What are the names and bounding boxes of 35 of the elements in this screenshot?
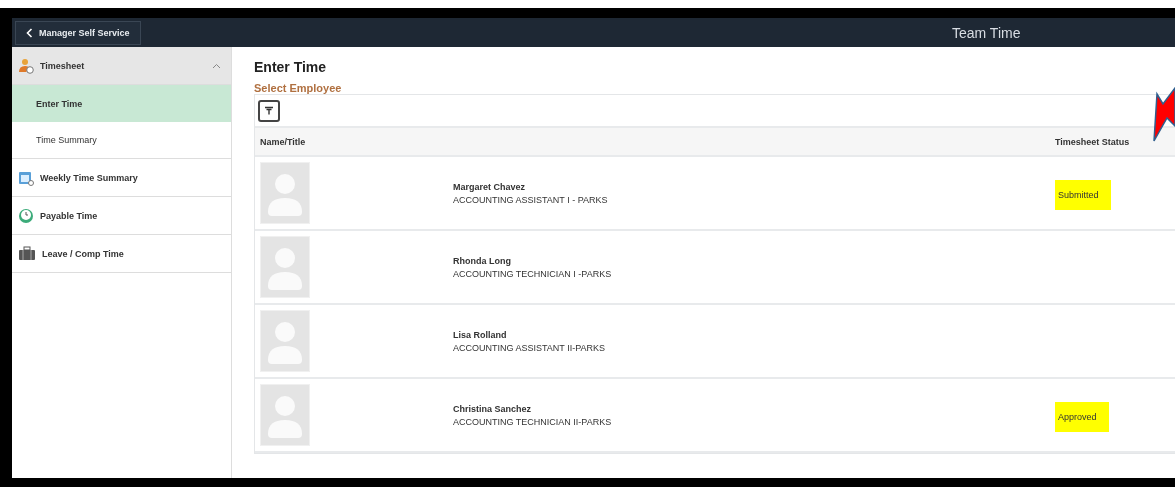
page-title: Team Time (952, 24, 1021, 41)
timesheet-status: Submitted (1055, 180, 1111, 210)
caret-icon (212, 62, 221, 69)
employee-name[interactable]: Lisa Rolland (453, 329, 1053, 340)
sidebar-item[interactable]: Payable Time (12, 197, 231, 235)
person-clock-icon (18, 57, 34, 74)
sidebar-item[interactable]: Weekly Time Summary (12, 159, 231, 197)
job-title: ACCOUNTING TECHNICIAN II-PARKS (453, 416, 613, 427)
back-icon (26, 27, 33, 38)
back-button[interactable]: Manager Self Service (15, 20, 141, 45)
employee-name[interactable]: Rhonda Long (453, 255, 1053, 266)
calendar-icon (18, 169, 34, 186)
avatar-placeholder (260, 162, 310, 224)
section-label: Select Employee (254, 82, 343, 94)
timesheet-status: Approved (1055, 402, 1109, 432)
sidebar-subitem[interactable]: Enter Time (12, 85, 231, 122)
avatar-placeholder (260, 236, 310, 298)
sidebar-subitem[interactable]: Time Summary (12, 122, 231, 159)
filter-icon (264, 105, 274, 116)
sidebar-item[interactable]: Timesheet (12, 47, 231, 85)
filter-button[interactable] (258, 99, 280, 122)
job-title: ACCOUNTING ASSISTANT II-PARKS (453, 342, 607, 353)
job-title: ACCOUNTING TECHNICIAN I -PARKS (453, 268, 613, 279)
luggage-icon (18, 245, 36, 262)
column-header: Timesheet Status (1055, 136, 1130, 147)
employee-name[interactable]: Christina Sanchez (453, 403, 1053, 414)
column-header: Name/Title (259, 136, 307, 147)
job-title: ACCOUNTING ASSISTANT I - PARKS (453, 194, 609, 205)
avatar-placeholder (260, 310, 310, 372)
arrow-annotation (1153, 86, 1175, 144)
avatar-placeholder (260, 384, 310, 446)
sidebar-item[interactable]: Leave / Comp Time (12, 235, 231, 273)
clock-icon (18, 207, 34, 224)
section-title: Enter Time (254, 59, 328, 75)
employee-name[interactable]: Margaret Chavez (453, 181, 1053, 192)
